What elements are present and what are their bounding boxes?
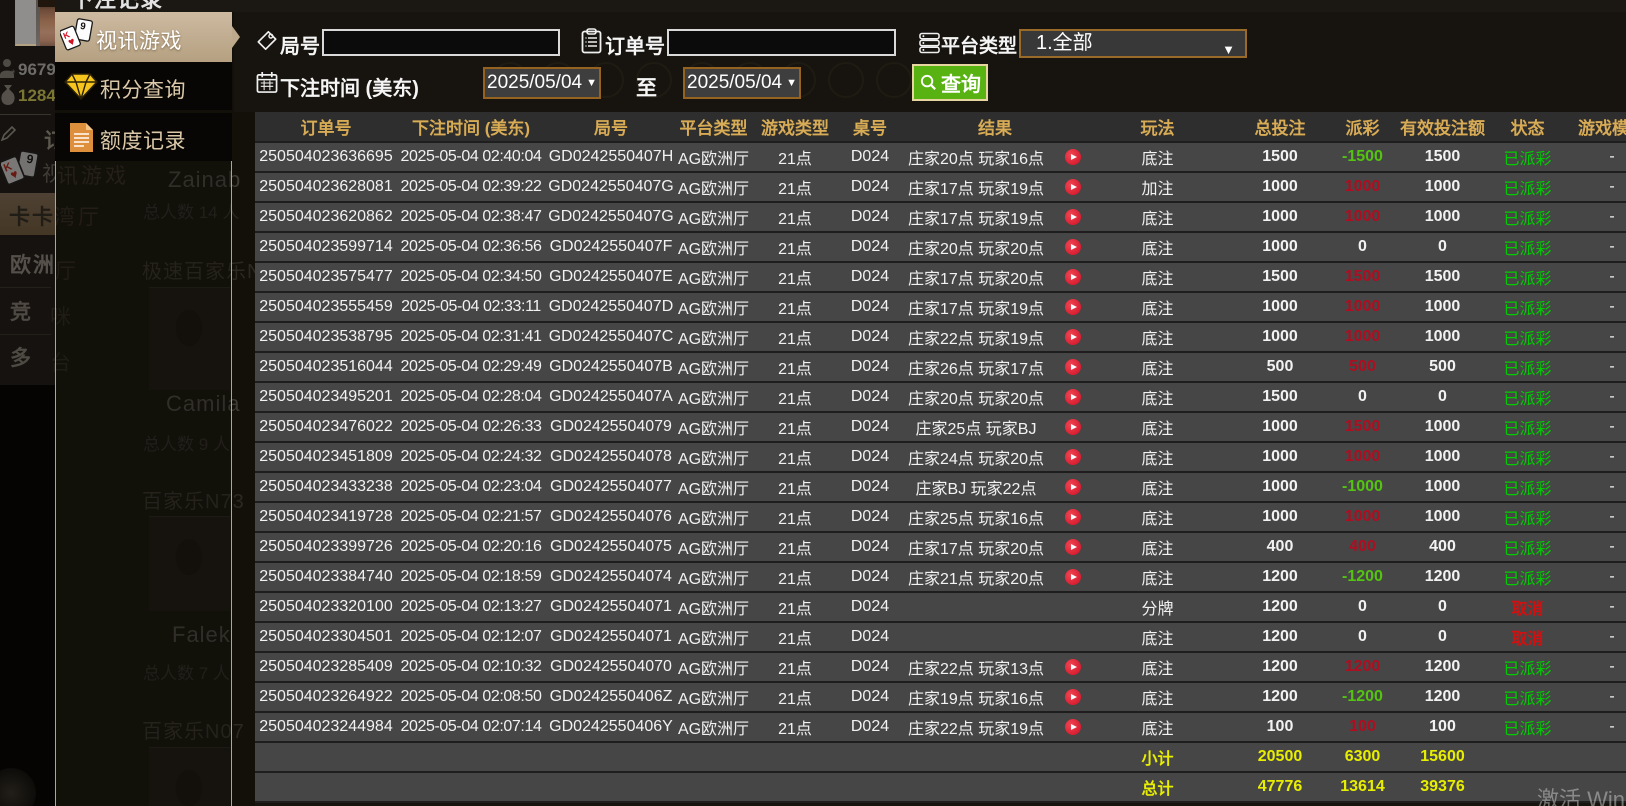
- svg-text:*: *: [11, 68, 16, 78]
